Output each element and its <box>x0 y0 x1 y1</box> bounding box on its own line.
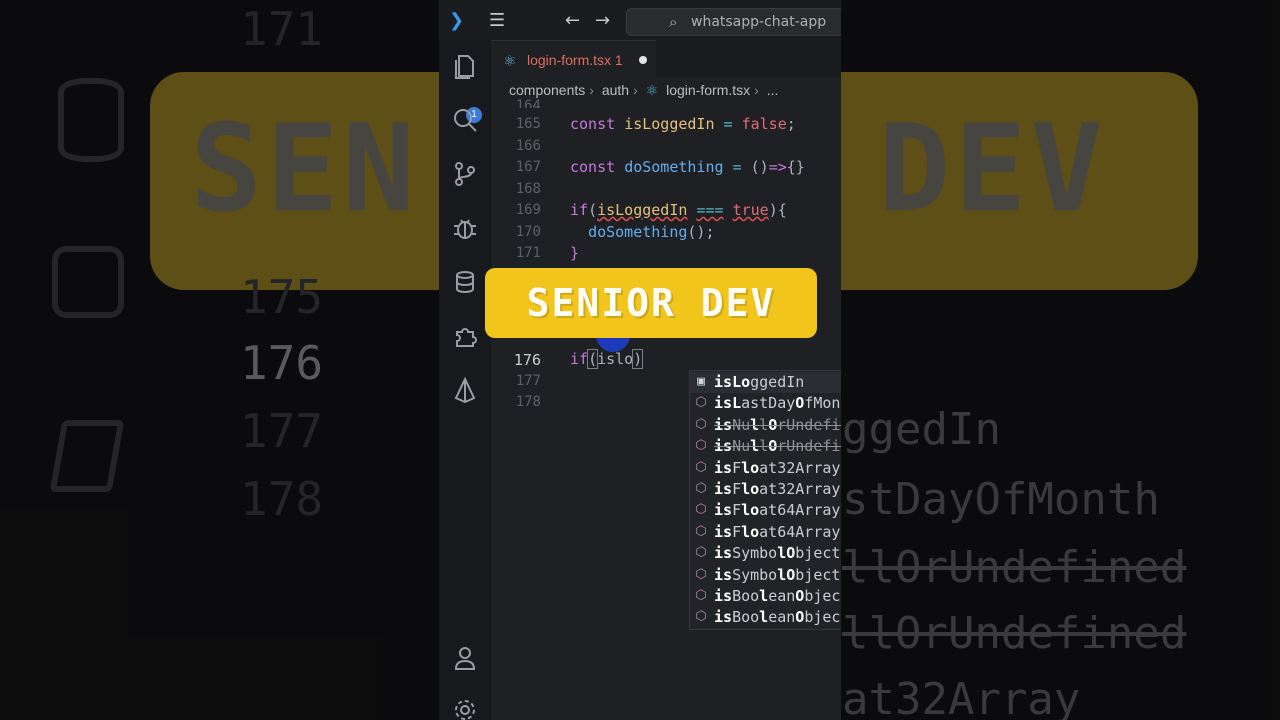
suggestion-item[interactable]: ⬡ isFloat32Array <box>690 479 841 500</box>
breadcrumb-item[interactable]: login-form.tsx <box>666 82 750 98</box>
menu-icon[interactable]: ☰ <box>489 10 505 31</box>
react-icon: ⚛ <box>503 52 517 70</box>
code-line-165[interactable]: const isLoggedIn = false; <box>570 115 796 133</box>
suggestion-item[interactable]: ⬡ isSymbolObject <box>690 565 841 586</box>
code-line-167[interactable]: const doSomething = ()=>{} <box>570 158 805 176</box>
module-cube-icon: ⬡ <box>695 416 707 432</box>
suggestion-label: isLastDayOfMonth <box>714 394 841 413</box>
suggestion-item[interactable]: ⬡ isNullOrUndefined <box>690 436 841 457</box>
breadcrumb-item[interactable]: auth <box>602 82 629 98</box>
suggestion-label: isLoggedIn <box>714 373 805 391</box>
module-cube-icon: ⬡ <box>695 588 707 603</box>
tab-label: login-form.tsx 1 <box>527 52 623 68</box>
suggestion-label: isNullOrUndefined <box>714 437 841 456</box>
chevron-right-icon: › <box>589 82 594 98</box>
line-number: 164 <box>515 98 541 108</box>
module-cube-icon: ⬡ <box>695 523 707 539</box>
line-number: 178 <box>515 394 541 410</box>
code-line-171[interactable]: } <box>570 244 579 262</box>
line-number-current: 176 <box>513 351 541 369</box>
suggestion-label: isFloat32Array <box>714 480 841 498</box>
command-center-search[interactable]: ⌕ whatsapp-chat-app <box>626 8 841 36</box>
line-number: 166 <box>515 138 541 154</box>
search-icon[interactable] <box>451 106 479 134</box>
code-line-170[interactable]: doSomething(); <box>570 223 714 241</box>
vscode-logo-icon: ❯ <box>449 10 465 31</box>
search-icon: ⌕ <box>669 13 678 31</box>
breadcrumb-item[interactable]: components <box>509 82 585 98</box>
line-number: 167 <box>515 159 541 175</box>
vscode-window: ❯ ☰ ← → ⌕ whatsapp-chat-app 1 ⚛ login-fo… <box>439 0 841 720</box>
debug-icon[interactable] <box>451 214 479 242</box>
suggestion-label: isSymbolObject <box>714 544 841 563</box>
suggestion-item[interactable]: ⬡ isSymbolObject <box>690 543 841 564</box>
editor-area: ⚛ login-form.tsx 1 components › auth › ⚛ l… <box>491 40 841 720</box>
database-icon[interactable] <box>451 268 479 296</box>
suggestion-item[interactable]: ⬡ isFloat64Array <box>690 500 841 521</box>
line-number: 170 <box>515 224 541 240</box>
suggestion-label: isFloat32Array <box>714 458 841 477</box>
suggestion-label: isFloat64Array <box>714 522 841 541</box>
unsaved-dot-icon[interactable] <box>639 56 647 64</box>
chevron-right-icon: › <box>633 82 638 98</box>
suggestion-item[interactable]: ⬡ isNullOrUndefined <box>690 415 841 436</box>
account-icon[interactable] <box>451 644 479 672</box>
module-cube-icon: ⬡ <box>695 438 707 454</box>
tab-login-form[interactable]: ⚛ login-form.tsx 1 <box>491 40 656 79</box>
activity-bar: 1 <box>439 40 491 720</box>
line-number: 165 <box>515 116 541 132</box>
module-cube-icon: ⬡ <box>695 481 707 496</box>
module-cube-icon: ⬡ <box>695 459 707 475</box>
suggestion-label: isNullOrUndefined <box>714 415 841 434</box>
explorer-icon[interactable] <box>451 52 479 80</box>
suggestion-item[interactable]: ⬡ isBooleanObject <box>690 586 841 607</box>
module-cube-icon: ⬡ <box>695 566 707 582</box>
module-cube-icon: ⬡ <box>695 395 707 411</box>
suggestion-item[interactable]: ▣ isLoggedIn <box>690 372 841 393</box>
module-cube-icon: ⬡ <box>695 545 707 561</box>
extensions-icon[interactable] <box>451 322 479 350</box>
code-line-176[interactable]: if(islo) <box>570 349 644 369</box>
caption-overlay: SENIOR DEV <box>485 268 817 338</box>
settings-gear-icon[interactable] <box>451 696 479 720</box>
source-control-icon[interactable] <box>451 160 479 188</box>
line-number: 177 <box>515 373 541 389</box>
suggestion-label: isBooleanObject <box>714 608 841 627</box>
suggestion-item[interactable]: ⬡ isFloat32Array <box>690 458 841 479</box>
code-line-169[interactable]: if(isLoggedIn === true){ <box>570 201 787 219</box>
suggestion-label: isBooleanObject <box>714 587 841 605</box>
chevron-right-icon: › <box>754 82 759 98</box>
suggestion-item[interactable]: ⬡ isLastDayOfMonth <box>690 393 841 414</box>
breadcrumb: components › auth › ⚛ login-form.tsx › ... <box>509 82 782 102</box>
suggestion-item[interactable]: ⬡ isBooleanObject <box>690 607 841 628</box>
line-number: 168 <box>515 181 541 197</box>
suggestion-item[interactable]: ⬡ isFloat64Array <box>690 522 841 543</box>
react-icon: ⚛ <box>645 82 659 98</box>
search-label: whatsapp-chat-app <box>691 14 827 30</box>
prisma-icon[interactable] <box>451 376 479 404</box>
suggestion-label: isSymbolObject <box>714 565 841 584</box>
line-number: 169 <box>515 202 541 218</box>
line-number: 171 <box>515 245 541 261</box>
breadcrumb-item[interactable]: ... <box>767 82 779 98</box>
module-cube-icon: ⬡ <box>695 609 707 625</box>
forward-arrow-icon[interactable]: → <box>595 10 610 31</box>
title-bar: ❯ ☰ ← → ⌕ whatsapp-chat-app <box>439 0 841 40</box>
back-arrow-icon[interactable]: ← <box>565 10 580 31</box>
suggestion-label: isFloat64Array <box>714 501 841 520</box>
autocomplete-suggestions: ▣ isLoggedIn ⬡ isLastDayOfMonth ⬡ isNullOrUnd… <box>689 370 841 630</box>
module-cube-icon: ⬡ <box>695 502 707 518</box>
variable-icon: ▣ <box>697 374 705 389</box>
